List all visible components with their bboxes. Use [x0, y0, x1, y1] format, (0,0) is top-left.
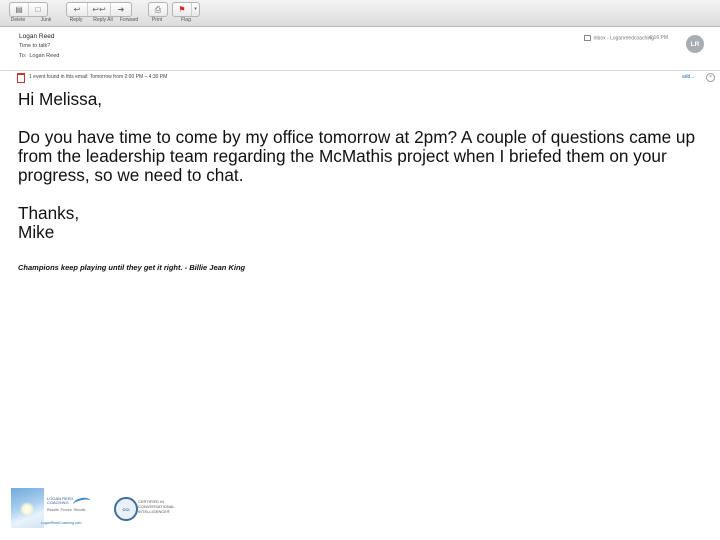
brand-tagline: Results. Proven. Results. — [47, 508, 87, 512]
signature-name: Mike — [18, 222, 55, 242]
flag-button[interactable]: ⚑ — [173, 3, 192, 16]
junk-button[interactable]: □ — [29, 3, 47, 16]
sun-flare — [20, 502, 34, 516]
reply-all-icon: ↩↩ — [92, 4, 106, 14]
message-header: Logan Reed Time to talk? To: Logan Reed I… — [0, 27, 720, 71]
greeting: Hi Melissa, — [18, 89, 103, 109]
to-label: To: — [19, 53, 27, 59]
certification-seal-icon: CCI — [114, 497, 138, 521]
avatar[interactable]: LR — [686, 35, 704, 53]
recipient-line: To: Logan Reed — [19, 53, 62, 59]
calendar-icon — [17, 73, 25, 83]
inbox-icon — [584, 35, 592, 41]
flag-label: Flag — [181, 17, 191, 23]
signature-quote: Champions keep playing until they get it… — [18, 263, 246, 272]
reply-icon: ↩ — [73, 4, 81, 14]
certification-badge[interactable]: CCI CERTIFIED IN CONVERSATIONAL INTELLIG… — [110, 490, 192, 526]
flag-group: ⚑ ▾ — [172, 2, 200, 17]
event-banner: 1 event found in this email: Tomorrow fr… — [0, 71, 720, 84]
brand-url[interactable]: LoganReedCoaching.com — [41, 521, 81, 525]
body-paragraph: Do you have time to come by my office to… — [18, 127, 696, 185]
reply-button[interactable]: ↩ — [67, 3, 88, 16]
print-button[interactable]: ⎙ — [149, 3, 167, 16]
closing: Thanks, — [18, 203, 80, 223]
sky-image — [11, 488, 44, 528]
trash-icon: ▤ — [15, 4, 23, 14]
junk-label: Junk — [40, 17, 52, 23]
close-icon[interactable]: × — [706, 73, 715, 82]
mailbox-info: Inbox - Loganreedcoaching — [584, 35, 654, 41]
delete-junk-group: ▤ □ — [9, 2, 48, 17]
received-time: 6:16 PM — [649, 35, 668, 41]
chevron-down-icon: ▾ — [194, 6, 197, 12]
mail-toolbar: ▤ □ Delete Junk ↩ ↩↩ ➜ Reply Reply All F… — [0, 0, 720, 27]
flag-menu-button[interactable]: ▾ — [192, 3, 199, 16]
sender-name[interactable]: Logan Reed — [19, 33, 54, 40]
print-group: ⎙ — [148, 2, 168, 17]
add-event-link[interactable]: add... — [682, 74, 695, 80]
reply-group: ↩ ↩↩ ➜ — [66, 2, 132, 17]
delete-button[interactable]: ▤ — [10, 3, 29, 16]
mailbox-name: Inbox - Loganreedcoaching — [593, 35, 654, 42]
certification-text: CERTIFIED IN CONVERSATIONAL INTELLIGENCE… — [138, 499, 175, 514]
forward-icon: ➜ — [117, 4, 125, 14]
event-found-text: 1 event found in this email: Tomorrow fr… — [29, 74, 168, 80]
recipient-name[interactable]: Logan Reed — [29, 53, 59, 59]
flag-icon: ⚑ — [178, 4, 186, 14]
junk-icon: □ — [35, 4, 41, 14]
coaching-logo[interactable]: LOGAN REED COACHING Results. Proven. Res… — [11, 488, 106, 528]
printer-icon: ⎙ — [154, 4, 162, 14]
message-body: Hi Melissa, Do you have time to come by … — [18, 90, 708, 242]
reply-all-button[interactable]: ↩↩ — [88, 3, 111, 16]
subject-line: Time to talk? — [19, 43, 51, 49]
forward-button[interactable]: ➜ — [111, 3, 131, 16]
